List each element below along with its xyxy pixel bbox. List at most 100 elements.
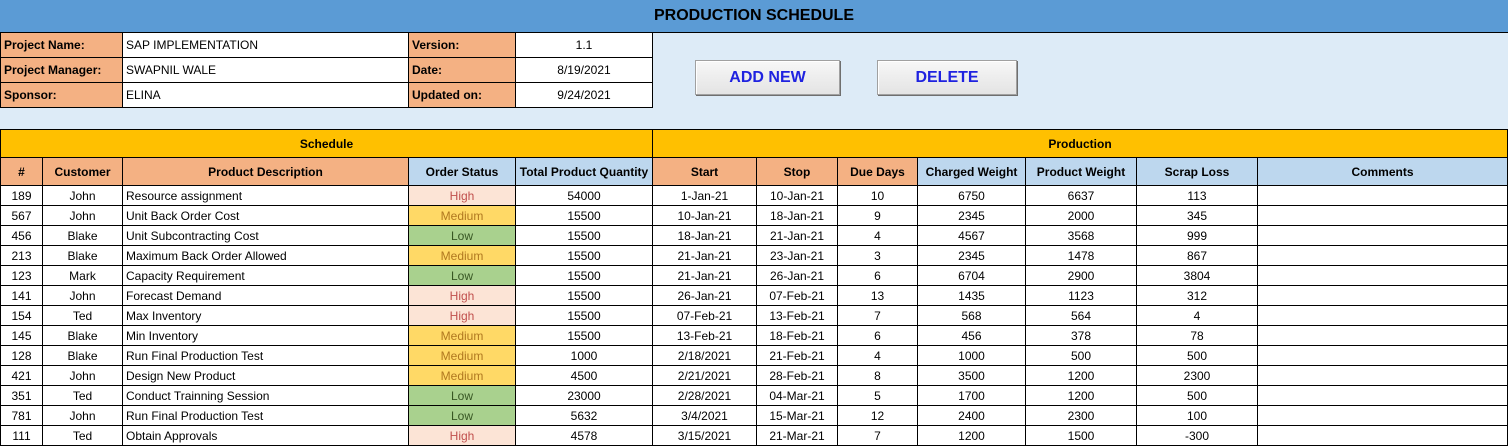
product-weight-cell[interactable]: 378 — [1026, 326, 1137, 346]
customer-cell[interactable]: Blake — [43, 246, 123, 266]
scrap-loss-cell[interactable]: 312 — [1137, 286, 1258, 306]
total-product-quantity-cell[interactable]: 23000 — [516, 386, 653, 406]
total-product-quantity-cell[interactable]: 4500 — [516, 366, 653, 386]
order-status-cell[interactable]: High — [409, 306, 516, 326]
scrap-loss-cell[interactable]: 113 — [1137, 186, 1258, 206]
stop-cell[interactable]: 18-Jan-21 — [757, 206, 838, 226]
customer-cell[interactable]: John — [43, 186, 123, 206]
comments-cell[interactable] — [1258, 226, 1508, 246]
customer-cell[interactable]: Blake — [43, 326, 123, 346]
scrap-loss-cell[interactable]: 78 — [1137, 326, 1258, 346]
charged-weight-cell[interactable]: 1435 — [918, 286, 1026, 306]
order-status-cell[interactable]: Low — [409, 226, 516, 246]
number-cell[interactable]: 567 — [0, 206, 43, 226]
product-weight-cell[interactable]: 2300 — [1026, 406, 1137, 426]
charged-weight-cell[interactable]: 3500 — [918, 366, 1026, 386]
number-cell[interactable]: 141 — [0, 286, 43, 306]
start-cell[interactable]: 2/28/2021 — [653, 386, 757, 406]
version-value[interactable]: 1.1 — [516, 33, 653, 58]
customer-cell[interactable]: Ted — [43, 386, 123, 406]
customer-cell[interactable]: John — [43, 286, 123, 306]
scrap-loss-cell[interactable]: 100 — [1137, 406, 1258, 426]
order-status-cell[interactable]: Medium — [409, 326, 516, 346]
charged-weight-cell[interactable]: 6704 — [918, 266, 1026, 286]
delete-button[interactable]: DELETE — [877, 60, 1017, 95]
comments-cell[interactable] — [1258, 406, 1508, 426]
number-cell[interactable]: 128 — [0, 346, 43, 366]
total-product-quantity-cell[interactable]: 1000 — [516, 346, 653, 366]
product-weight-cell[interactable]: 6637 — [1026, 186, 1137, 206]
charged-weight-cell[interactable]: 1000 — [918, 346, 1026, 366]
scrap-loss-cell[interactable]: -300 — [1137, 426, 1258, 446]
product-weight-cell[interactable]: 1200 — [1026, 386, 1137, 406]
add-new-button[interactable]: ADD NEW — [695, 60, 840, 95]
product-weight-cell[interactable]: 564 — [1026, 306, 1137, 326]
number-cell[interactable]: 213 — [0, 246, 43, 266]
product-description-cell[interactable]: Run Final Production Test — [123, 406, 409, 426]
product-description-cell[interactable]: Maximum Back Order Allowed — [123, 246, 409, 266]
scrap-loss-cell[interactable]: 500 — [1137, 346, 1258, 366]
start-cell[interactable]: 10-Jan-21 — [653, 206, 757, 226]
order-status-cell[interactable]: Low — [409, 266, 516, 286]
updated-on-value[interactable]: 9/24/2021 — [516, 83, 653, 108]
due-days-cell[interactable]: 13 — [838, 286, 918, 306]
order-status-cell[interactable]: Medium — [409, 366, 516, 386]
charged-weight-cell[interactable]: 1200 — [918, 426, 1026, 446]
due-days-cell[interactable]: 10 — [838, 186, 918, 206]
total-product-quantity-cell[interactable]: 15500 — [516, 326, 653, 346]
scrap-loss-cell[interactable]: 999 — [1137, 226, 1258, 246]
total-product-quantity-cell[interactable]: 15500 — [516, 286, 653, 306]
project-manager-value[interactable]: SWAPNIL WALE — [123, 58, 409, 83]
due-days-cell[interactable]: 8 — [838, 366, 918, 386]
stop-cell[interactable]: 18-Feb-21 — [757, 326, 838, 346]
number-cell[interactable]: 421 — [0, 366, 43, 386]
customer-cell[interactable]: John — [43, 406, 123, 426]
product-description-cell[interactable]: Design New Product — [123, 366, 409, 386]
comments-cell[interactable] — [1258, 186, 1508, 206]
stop-cell[interactable]: 04-Mar-21 — [757, 386, 838, 406]
total-product-quantity-cell[interactable]: 15500 — [516, 306, 653, 326]
start-cell[interactable]: 13-Feb-21 — [653, 326, 757, 346]
customer-cell[interactable]: Blake — [43, 226, 123, 246]
comments-cell[interactable] — [1258, 326, 1508, 346]
due-days-cell[interactable]: 4 — [838, 226, 918, 246]
product-weight-cell[interactable]: 2900 — [1026, 266, 1137, 286]
due-days-cell[interactable]: 7 — [838, 426, 918, 446]
product-description-cell[interactable]: Conduct Trainning Session — [123, 386, 409, 406]
product-weight-cell[interactable]: 3568 — [1026, 226, 1137, 246]
total-product-quantity-cell[interactable]: 15500 — [516, 206, 653, 226]
order-status-cell[interactable]: High — [409, 186, 516, 206]
comments-cell[interactable] — [1258, 206, 1508, 226]
product-description-cell[interactable]: Resource assignment — [123, 186, 409, 206]
total-product-quantity-cell[interactable]: 5632 — [516, 406, 653, 426]
product-description-cell[interactable]: Unit Back Order Cost — [123, 206, 409, 226]
charged-weight-cell[interactable]: 1700 — [918, 386, 1026, 406]
order-status-cell[interactable]: Medium — [409, 246, 516, 266]
charged-weight-cell[interactable]: 2345 — [918, 206, 1026, 226]
start-cell[interactable]: 1-Jan-21 — [653, 186, 757, 206]
due-days-cell[interactable]: 7 — [838, 306, 918, 326]
product-description-cell[interactable]: Max Inventory — [123, 306, 409, 326]
stop-cell[interactable]: 21-Mar-21 — [757, 426, 838, 446]
due-days-cell[interactable]: 4 — [838, 346, 918, 366]
stop-cell[interactable]: 15-Mar-21 — [757, 406, 838, 426]
start-cell[interactable]: 2/21/2021 — [653, 366, 757, 386]
order-status-cell[interactable]: Low — [409, 406, 516, 426]
total-product-quantity-cell[interactable]: 54000 — [516, 186, 653, 206]
comments-cell[interactable] — [1258, 386, 1508, 406]
customer-cell[interactable]: Ted — [43, 306, 123, 326]
product-description-cell[interactable]: Forecast Demand — [123, 286, 409, 306]
start-cell[interactable]: 2/18/2021 — [653, 346, 757, 366]
due-days-cell[interactable]: 6 — [838, 326, 918, 346]
date-value[interactable]: 8/19/2021 — [516, 58, 653, 83]
stop-cell[interactable]: 13-Feb-21 — [757, 306, 838, 326]
start-cell[interactable]: 18-Jan-21 — [653, 226, 757, 246]
start-cell[interactable]: 07-Feb-21 — [653, 306, 757, 326]
scrap-loss-cell[interactable]: 500 — [1137, 386, 1258, 406]
stop-cell[interactable]: 26-Jan-21 — [757, 266, 838, 286]
charged-weight-cell[interactable]: 2345 — [918, 246, 1026, 266]
total-product-quantity-cell[interactable]: 15500 — [516, 226, 653, 246]
stop-cell[interactable]: 07-Feb-21 — [757, 286, 838, 306]
order-status-cell[interactable]: Medium — [409, 346, 516, 366]
charged-weight-cell[interactable]: 568 — [918, 306, 1026, 326]
